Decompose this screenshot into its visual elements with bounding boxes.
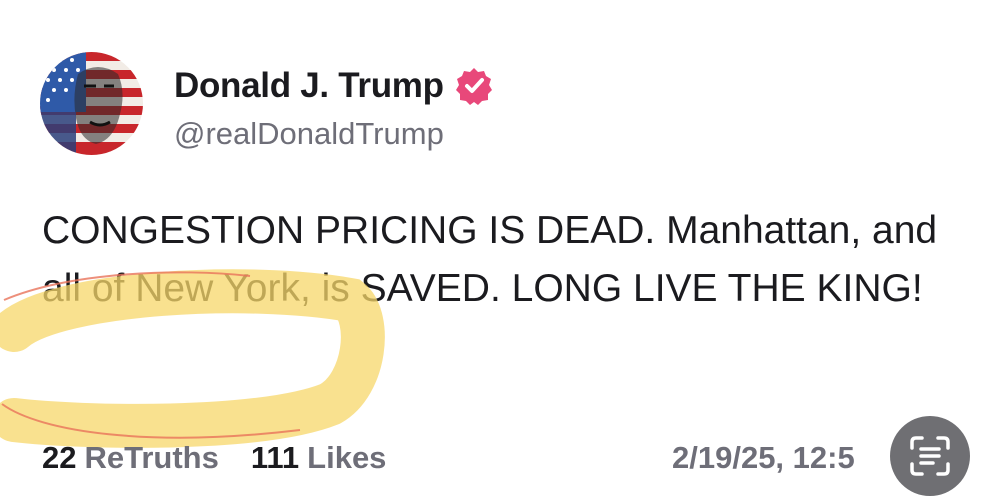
verified-badge-icon [455, 68, 492, 105]
display-name[interactable]: Donald J. Trump [174, 66, 444, 106]
avatar[interactable] [40, 52, 143, 155]
likes-label[interactable]: Likes [307, 440, 386, 476]
truth-post: Donald J. Trump @realDonaldTrump CONGEST… [0, 0, 1000, 496]
live-text-scan-button[interactable] [890, 416, 970, 496]
likes-count[interactable]: 111 [251, 440, 299, 476]
post-timestamp: 2/19/25, 12:5 [672, 440, 855, 475]
author-handle[interactable]: @realDonaldTrump [174, 116, 444, 152]
post-stats: 22 ReTruths 111 Likes [42, 436, 386, 480]
live-text-scan-icon [910, 436, 950, 476]
retruths-count[interactable]: 22 [42, 440, 76, 476]
retruths-label[interactable]: ReTruths [84, 440, 218, 476]
author-row: Donald J. Trump [174, 62, 494, 110]
avatar-image [40, 52, 143, 155]
post-text: CONGESTION PRICING IS DEAD. Manhattan, a… [42, 209, 938, 310]
